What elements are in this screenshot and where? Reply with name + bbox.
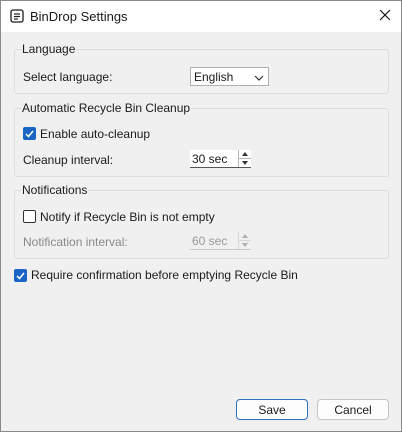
chevron-down-icon bbox=[254, 72, 264, 82]
arrow-up-icon bbox=[242, 234, 248, 238]
cleanup-group-title: Automatic Recycle Bin Cleanup bbox=[21, 101, 192, 115]
notification-interval-value: 60 sec bbox=[192, 234, 228, 248]
language-select-value: English bbox=[194, 70, 234, 84]
notification-interval-label: Notification interval: bbox=[23, 235, 128, 249]
notification-interval-arrows bbox=[238, 232, 251, 249]
close-icon bbox=[379, 9, 391, 24]
enable-auto-cleanup-label[interactable]: Enable auto-cleanup bbox=[40, 127, 150, 141]
checkmark-icon bbox=[25, 130, 34, 138]
notify-not-empty-checkbox[interactable] bbox=[23, 210, 36, 223]
language-group-title: Language bbox=[21, 42, 77, 56]
require-confirmation-checkbox[interactable] bbox=[14, 269, 27, 282]
notify-not-empty-label[interactable]: Notify if Recycle Bin is not empty bbox=[40, 210, 215, 224]
title-bar: BinDrop Settings bbox=[1, 1, 401, 32]
cleanup-interval-spinner[interactable]: 30 sec bbox=[190, 150, 251, 168]
notifications-group: Notifications Notify if Recycle Bin is n… bbox=[14, 183, 389, 259]
arrow-down-icon bbox=[242, 243, 248, 247]
require-confirmation-label[interactable]: Require confirmation before emptying Rec… bbox=[31, 268, 298, 282]
cleanup-group: Automatic Recycle Bin Cleanup Enable aut… bbox=[14, 101, 389, 177]
notification-interval-down-button[interactable] bbox=[239, 241, 251, 249]
cleanup-interval-label: Cleanup interval: bbox=[23, 153, 114, 167]
checkmark-icon bbox=[16, 272, 25, 280]
arrow-down-icon bbox=[242, 161, 248, 165]
cleanup-interval-arrows bbox=[238, 150, 251, 167]
language-group: Language Select language: English bbox=[14, 42, 389, 94]
window-title: BinDrop Settings bbox=[30, 9, 128, 24]
notification-interval-up-button[interactable] bbox=[239, 232, 251, 241]
cleanup-interval-down-button[interactable] bbox=[239, 159, 251, 167]
settings-window: BinDrop Settings Language Select languag… bbox=[0, 0, 402, 432]
select-language-label: Select language: bbox=[23, 70, 113, 84]
document-list-icon bbox=[10, 9, 24, 23]
language-select[interactable]: English bbox=[190, 67, 269, 86]
close-button[interactable] bbox=[369, 1, 401, 32]
enable-auto-cleanup-checkbox[interactable] bbox=[23, 127, 36, 140]
notification-interval-spinner[interactable]: 60 sec bbox=[190, 232, 251, 250]
cancel-button[interactable]: Cancel bbox=[317, 399, 389, 420]
save-button[interactable]: Save bbox=[236, 399, 308, 420]
cleanup-interval-up-button[interactable] bbox=[239, 150, 251, 159]
notifications-group-title: Notifications bbox=[21, 183, 89, 197]
cleanup-interval-value: 30 sec bbox=[192, 152, 228, 166]
arrow-up-icon bbox=[242, 152, 248, 156]
